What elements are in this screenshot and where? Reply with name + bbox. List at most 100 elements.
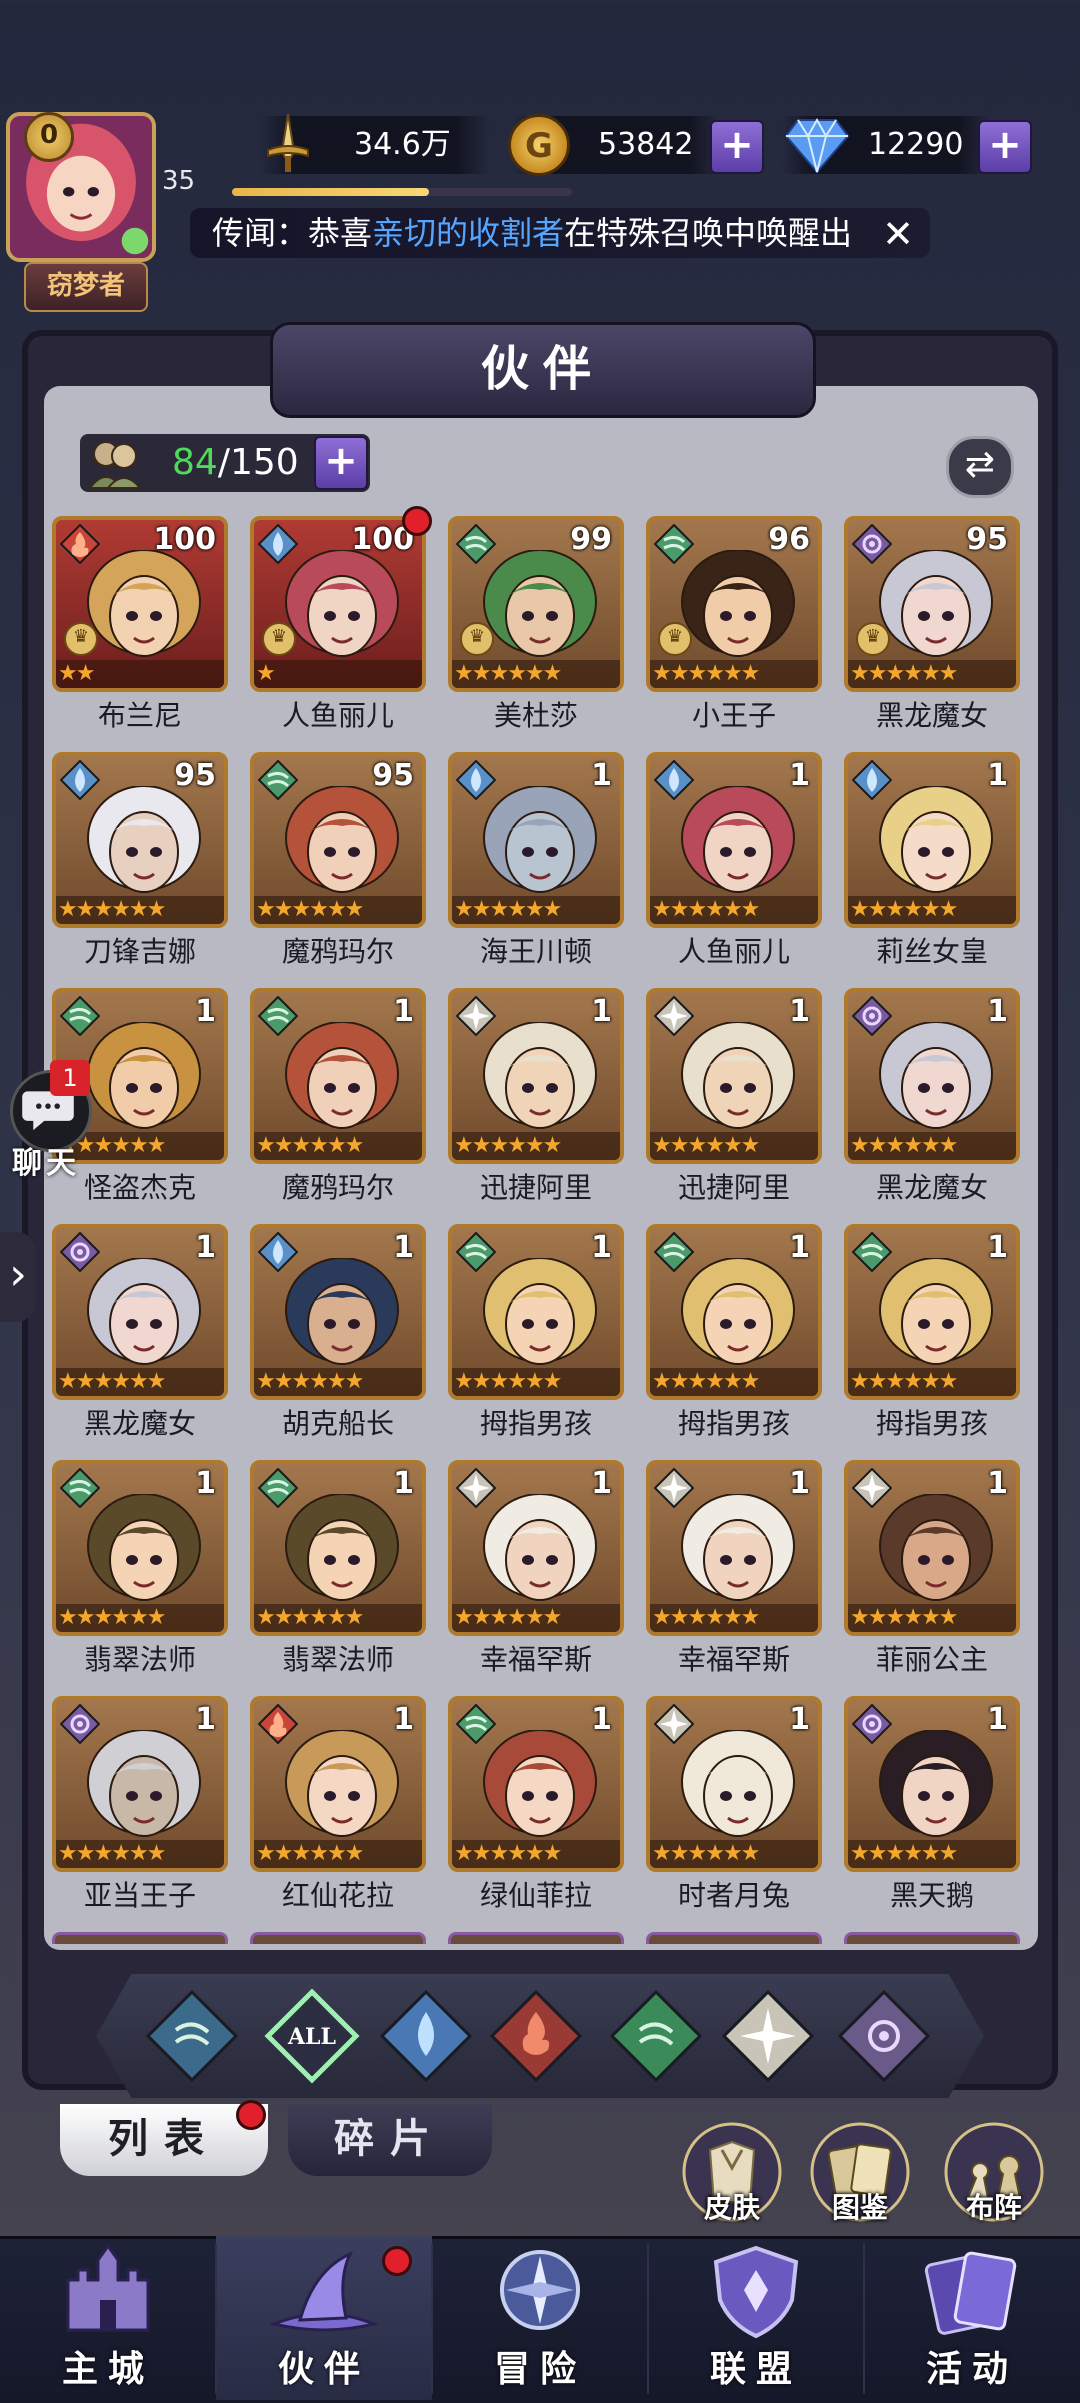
nav-cards-tab[interactable]: 活动 (864, 2236, 1080, 2400)
filter-fire-button[interactable] (488, 1988, 584, 2084)
star-icon: ★ (256, 1841, 276, 1866)
hero-level: 1 (393, 1230, 414, 1265)
side-expand-chevron-icon[interactable]: › (0, 1232, 36, 1322)
hero-card[interactable]: 100 ♛ ★★ (52, 516, 228, 692)
hero-stars: ★★★★★★ (848, 1368, 1016, 1396)
wind-element-icon (653, 523, 695, 565)
hero-portrait (874, 785, 998, 904)
hero-name: 海王川顿 (479, 935, 592, 968)
hero-card[interactable]: 1★★★★★★ (448, 1224, 624, 1400)
hero-card[interactable]: 99 ♛ ★★★★★★ (448, 516, 624, 692)
hero-card[interactable]: 96 ♛ ★★★★★★ (646, 516, 822, 692)
star-icon: ★ (146, 1369, 167, 1394)
filter-wind-a-button[interactable] (144, 1988, 240, 2084)
hero-card-partial (52, 1932, 228, 1944)
add-gold-button[interactable]: + (710, 120, 764, 174)
hero-card[interactable]: 1★★★★★★ (250, 1696, 426, 1872)
nav-label: 伙伴 (277, 2349, 370, 2390)
news-close-icon[interactable]: ✕ (878, 214, 918, 254)
castle-icon (38, 2240, 178, 2340)
water-element-icon (455, 759, 497, 801)
hero-portrait (280, 1493, 404, 1612)
star-icon: ★ (111, 1369, 131, 1394)
hero-portrait (676, 1257, 800, 1376)
wind-element-icon (59, 995, 101, 1037)
star-icon: ★ (471, 897, 492, 922)
hero-portrait (280, 1021, 404, 1140)
star-icon: ★ (705, 1605, 725, 1630)
hero-card[interactable]: 1★★★★★★ (646, 1696, 822, 1872)
filter-water-button[interactable] (378, 1988, 474, 2084)
filter-all-button[interactable]: ALLALL (264, 1988, 360, 2084)
hero-card[interactable]: 1★★★★★★ (844, 1224, 1020, 1400)
witch-hat-icon (254, 2240, 394, 2340)
player-title-badge[interactable]: 窃梦者 (24, 262, 148, 312)
hero-card-partial (844, 1932, 1020, 1944)
star-icon: ★ (885, 1841, 905, 1866)
gold-coin-icon: G (508, 114, 570, 176)
hero-card[interactable]: 1★★★★★★ (448, 752, 624, 928)
hero-name: 美杜莎 (493, 699, 578, 732)
hero-card[interactable]: 95 ★★★★★★ (250, 752, 426, 928)
hero-card[interactable]: 1★★★★★★ (844, 752, 1020, 928)
hero-card[interactable]: 1★★★★★★ (646, 752, 822, 928)
hero-portrait (82, 1021, 206, 1140)
news-highlight: 亲切的收割者 (372, 214, 565, 252)
hero-stars: ★★★★★★ (650, 1604, 818, 1632)
hero-stars: ★★★★★★ (56, 1840, 224, 1868)
star-icon: ★ (867, 1841, 888, 1866)
expand-capacity-button[interactable]: + (314, 436, 368, 490)
star-icon: ★ (669, 897, 690, 922)
nav-castle-tab[interactable]: 主城 (0, 2236, 216, 2400)
hero-card[interactable]: 1★★★★★★ (52, 1696, 228, 1872)
star-icon: ★ (291, 1605, 311, 1630)
hero-card[interactable]: 1★★★★★★ (646, 988, 822, 1164)
nav-shield-tab[interactable]: 联盟 (648, 2236, 864, 2400)
hero-card[interactable]: 1★★★★★★ (52, 1224, 228, 1400)
star-icon: ★ (471, 1369, 492, 1394)
star-icon: ★ (524, 1605, 545, 1630)
hero-card[interactable]: 1★★★★★★ (646, 1224, 822, 1400)
hero-card[interactable]: 1★★★★★★ (250, 1460, 426, 1636)
hero-stars: ★★★★★★ (452, 1840, 620, 1868)
star-icon: ★ (326, 1605, 347, 1630)
star-icon: ★ (454, 1133, 474, 1158)
star-icon: ★ (740, 1133, 761, 1158)
nav-compass-tab[interactable]: 冒险 (432, 2236, 648, 2400)
hero-card[interactable]: 1★★★★★★ (844, 1460, 1020, 1636)
dark-element-icon (59, 1703, 101, 1745)
hero-card[interactable]: 1★★★★★★ (844, 988, 1020, 1164)
add-gems-button[interactable]: + (978, 120, 1032, 174)
hero-card[interactable]: 1★★★★★★ (844, 1696, 1020, 1872)
hero-card[interactable]: 95 ♛ ★★★★★★ (844, 516, 1020, 692)
hero-card[interactable]: 95 ★★★★★★ (52, 752, 228, 928)
chat-label[interactable]: 聊天 (12, 1138, 80, 1182)
hero-portrait (478, 1493, 602, 1612)
hero-card[interactable]: 1★★★★★★ (250, 988, 426, 1164)
news-ticker[interactable]: 传闻：恭喜亲切的收割者在特殊召唤中唤醒出 (190, 208, 930, 258)
hero-card[interactable]: 1★★★★★★ (646, 1460, 822, 1636)
star-icon: ★ (454, 1605, 474, 1630)
star-icon: ★ (291, 1841, 311, 1866)
star-icon: ★ (291, 1133, 311, 1158)
hero-card[interactable]: 1★★★★★★ (448, 1460, 624, 1636)
star-icon: ★ (722, 1605, 743, 1630)
filter-dark-button[interactable] (836, 1988, 932, 2084)
star-icon: ★ (903, 897, 923, 922)
filter-light-button[interactable] (720, 1988, 816, 2084)
filter-wind-button[interactable] (608, 1988, 704, 2084)
hero-name: 迅捷阿里 (677, 1171, 790, 1204)
sort-swap-button[interactable]: ⇄ (946, 436, 1014, 498)
star-icon: ★ (507, 1133, 527, 1158)
tab-fragments[interactable]: 碎片 (288, 2104, 492, 2176)
hero-card[interactable]: 1★★★★★★ (52, 1460, 228, 1636)
hero-card[interactable]: 1★★★★★★ (448, 1696, 624, 1872)
hero-portrait (676, 1729, 800, 1848)
hero-stars: ★★★★★★ (650, 1368, 818, 1396)
codex-button-label: 图鉴 (831, 2191, 888, 2224)
hero-card[interactable]: 100 ♛ ★ (250, 516, 426, 692)
star-icon: ★ (885, 1605, 905, 1630)
hero-card[interactable]: 1★★★★★★ (448, 988, 624, 1164)
hero-name: 人鱼丽儿 (281, 699, 394, 732)
hero-card[interactable]: 1★★★★★★ (250, 1224, 426, 1400)
